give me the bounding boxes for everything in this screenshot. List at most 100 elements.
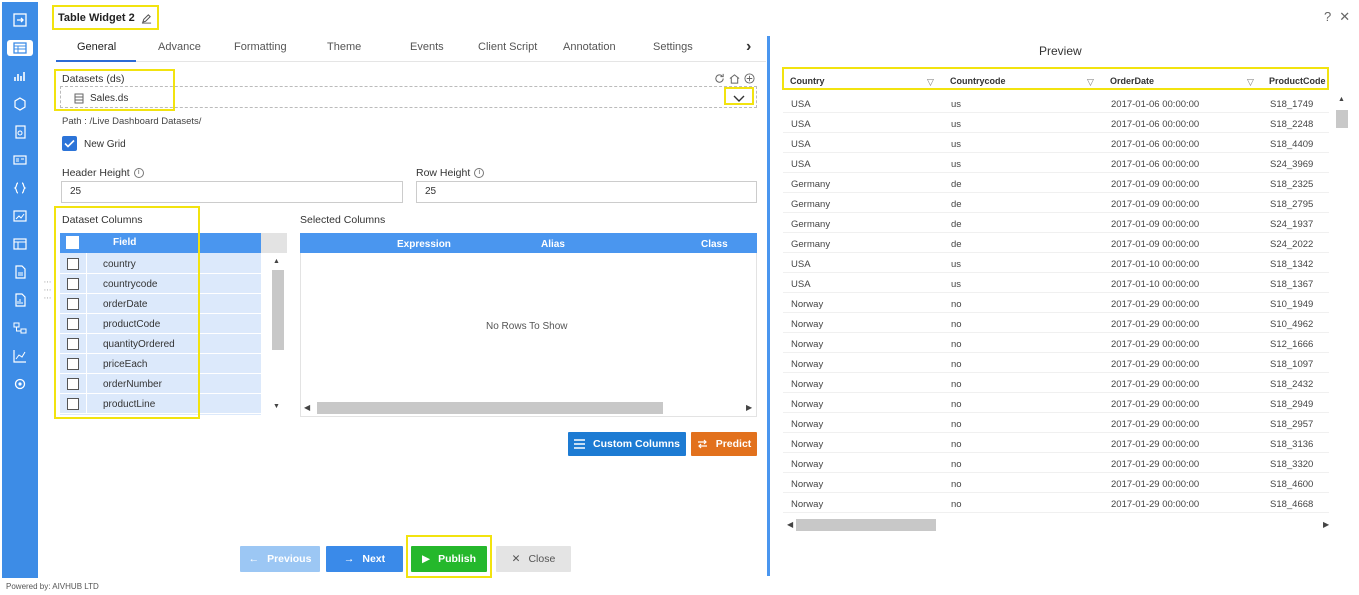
list-item[interactable]: productCode xyxy=(60,314,261,334)
table-row[interactable]: Norway no 2017-01-29 00:00:00 S12_1666 xyxy=(783,333,1329,353)
tab-formatting[interactable]: Formatting xyxy=(234,41,287,53)
table-row[interactable]: Germany de 2017-01-09 00:00:00 S24_2022 xyxy=(783,233,1329,253)
tab-settings[interactable]: Settings xyxy=(653,41,693,53)
row-checkbox[interactable] xyxy=(67,378,79,390)
chevron-right-icon[interactable]: › xyxy=(746,38,760,56)
table-row[interactable]: Norway no 2017-01-29 00:00:00 S18_2432 xyxy=(783,373,1329,393)
table-row[interactable]: USA us 2017-01-06 00:00:00 S18_1749 xyxy=(783,93,1329,113)
table-row[interactable]: USA us 2017-01-10 00:00:00 S18_1367 xyxy=(783,273,1329,293)
table-icon[interactable] xyxy=(7,40,33,56)
list-item[interactable]: orderDate xyxy=(60,294,261,314)
list-item[interactable]: countrycode xyxy=(60,274,261,294)
dataset-select[interactable] xyxy=(60,86,757,108)
table-row[interactable]: Norway no 2017-01-29 00:00:00 S18_1097 xyxy=(783,353,1329,373)
image-chart-icon[interactable] xyxy=(7,208,33,224)
add-circle-icon[interactable] xyxy=(744,73,755,84)
table-row[interactable]: Norway no 2017-01-29 00:00:00 S18_3136 xyxy=(783,433,1329,453)
list-item[interactable]: orderNumber xyxy=(60,374,261,394)
list-item[interactable]: priceEach xyxy=(60,354,261,374)
table-row[interactable]: USA us 2017-01-06 00:00:00 S18_2248 xyxy=(783,113,1329,133)
table-row[interactable]: Norway no 2017-01-29 00:00:00 S10_1949 xyxy=(783,293,1329,313)
cube-icon[interactable] xyxy=(7,96,33,112)
scroll-left-icon[interactable]: ◀ xyxy=(787,520,793,529)
table-row[interactable]: USA us 2017-01-06 00:00:00 S18_4409 xyxy=(783,133,1329,153)
line-chart-icon[interactable] xyxy=(7,348,33,364)
preview-header-orderdate[interactable]: OrderDate xyxy=(1110,76,1154,86)
list-item[interactable]: productLine xyxy=(60,394,261,414)
tab-client-script[interactable]: Client Script xyxy=(478,41,537,53)
new-grid-checkbox[interactable] xyxy=(62,136,77,151)
next-button[interactable]: → Next xyxy=(326,546,403,572)
row-checkbox[interactable] xyxy=(67,318,79,330)
panel-splitter[interactable] xyxy=(767,36,770,576)
table-row[interactable]: Norway no 2017-01-29 00:00:00 S10_4962 xyxy=(783,313,1329,333)
home-icon[interactable] xyxy=(729,73,740,84)
edit-icon[interactable] xyxy=(141,13,152,24)
scroll-right-icon[interactable]: ▶ xyxy=(746,403,752,412)
row-height-input[interactable]: 25 xyxy=(416,181,757,203)
filter-icon[interactable]: ▽ xyxy=(1087,77,1094,88)
chevron-down-icon[interactable] xyxy=(733,92,745,106)
sign-in-icon[interactable] xyxy=(7,12,33,28)
chart-icon[interactable] xyxy=(7,68,33,84)
scroll-right-icon[interactable]: ▶ xyxy=(1323,520,1329,529)
scroll-down-icon[interactable]: ▼ xyxy=(273,403,280,410)
preview-header-productcode[interactable]: ProductCode xyxy=(1269,76,1326,86)
scroll-left-icon[interactable]: ◀ xyxy=(304,403,310,412)
filter-icon[interactable]: ▽ xyxy=(1247,77,1254,88)
tab-annotation[interactable]: Annotation xyxy=(563,41,616,53)
scroll-thumb[interactable] xyxy=(796,519,936,531)
previous-button[interactable]: ← Previous xyxy=(240,546,320,572)
list-item[interactable]: country xyxy=(60,254,261,274)
resize-grip[interactable]: ⋮⋮⋮ xyxy=(43,278,52,302)
info-icon[interactable]: i xyxy=(474,168,485,178)
predict-button[interactable]: Predict xyxy=(691,432,757,456)
publish-button[interactable]: ▶ Publish xyxy=(411,546,487,572)
table-row[interactable]: Norway no 2017-01-29 00:00:00 S18_4668 xyxy=(783,493,1329,513)
close-window-icon[interactable]: ✕ xyxy=(1339,9,1350,25)
document-icon[interactable] xyxy=(7,264,33,280)
file-chart-icon[interactable] xyxy=(7,292,33,308)
preview-header-country[interactable]: Country xyxy=(790,76,825,86)
filter-icon[interactable]: ▽ xyxy=(927,77,934,88)
id-card-icon[interactable] xyxy=(7,152,33,168)
table-row[interactable]: Norway no 2017-01-29 00:00:00 S18_3320 xyxy=(783,453,1329,473)
header-height-input[interactable]: 25 xyxy=(61,181,403,203)
scroll-thumb[interactable] xyxy=(1336,110,1348,128)
preview-header-countrycode[interactable]: Countrycode xyxy=(950,76,1006,86)
preview-vscroll[interactable]: ▲ xyxy=(1335,94,1349,514)
scroll-up-icon[interactable]: ▲ xyxy=(1338,96,1345,103)
settings-chip-icon[interactable] xyxy=(7,376,33,392)
row-checkbox[interactable] xyxy=(67,398,79,410)
hierarchy-icon[interactable] xyxy=(7,320,33,336)
refresh-icon[interactable] xyxy=(714,73,725,84)
tab-events[interactable]: Events xyxy=(410,41,444,53)
table-row[interactable]: USA us 2017-01-10 00:00:00 S18_1342 xyxy=(783,253,1329,273)
row-checkbox[interactable] xyxy=(67,278,79,290)
select-all-checkbox[interactable] xyxy=(66,236,79,249)
row-checkbox[interactable] xyxy=(67,358,79,370)
table-row[interactable]: Germany de 2017-01-09 00:00:00 S18_2795 xyxy=(783,193,1329,213)
table-row[interactable]: Germany de 2017-01-09 00:00:00 S18_2325 xyxy=(783,173,1329,193)
report-icon[interactable] xyxy=(7,124,33,140)
scroll-thumb[interactable] xyxy=(272,270,284,350)
table-row[interactable]: Germany de 2017-01-09 00:00:00 S24_1937 xyxy=(783,213,1329,233)
table-row[interactable]: Norway no 2017-01-29 00:00:00 S18_2949 xyxy=(783,393,1329,413)
tab-theme[interactable]: Theme xyxy=(327,41,361,53)
tab-general[interactable]: General xyxy=(77,41,116,53)
tab-advance[interactable]: Advance xyxy=(158,41,201,53)
close-button[interactable]: ✕ Close xyxy=(496,546,571,572)
code-braces-icon[interactable] xyxy=(7,180,33,196)
table-row[interactable]: Norway no 2017-01-29 00:00:00 S18_2957 xyxy=(783,413,1329,433)
row-checkbox[interactable] xyxy=(67,258,79,270)
preview-hscroll[interactable]: ◀ ▶ xyxy=(783,518,1331,532)
table-row[interactable]: Norway no 2017-01-29 00:00:00 S18_4600 xyxy=(783,473,1329,493)
row-checkbox[interactable] xyxy=(67,338,79,350)
table-row[interactable]: USA us 2017-01-06 00:00:00 S24_3969 xyxy=(783,153,1329,173)
scroll-thumb[interactable] xyxy=(317,402,663,414)
scroll-up-icon[interactable]: ▲ xyxy=(273,258,280,265)
custom-columns-button[interactable]: Custom Columns xyxy=(568,432,686,456)
dataset-columns-scrollbar[interactable]: ▲ ▼ xyxy=(271,258,285,413)
row-checkbox[interactable] xyxy=(67,298,79,310)
help-icon[interactable]: ? xyxy=(1324,9,1331,25)
